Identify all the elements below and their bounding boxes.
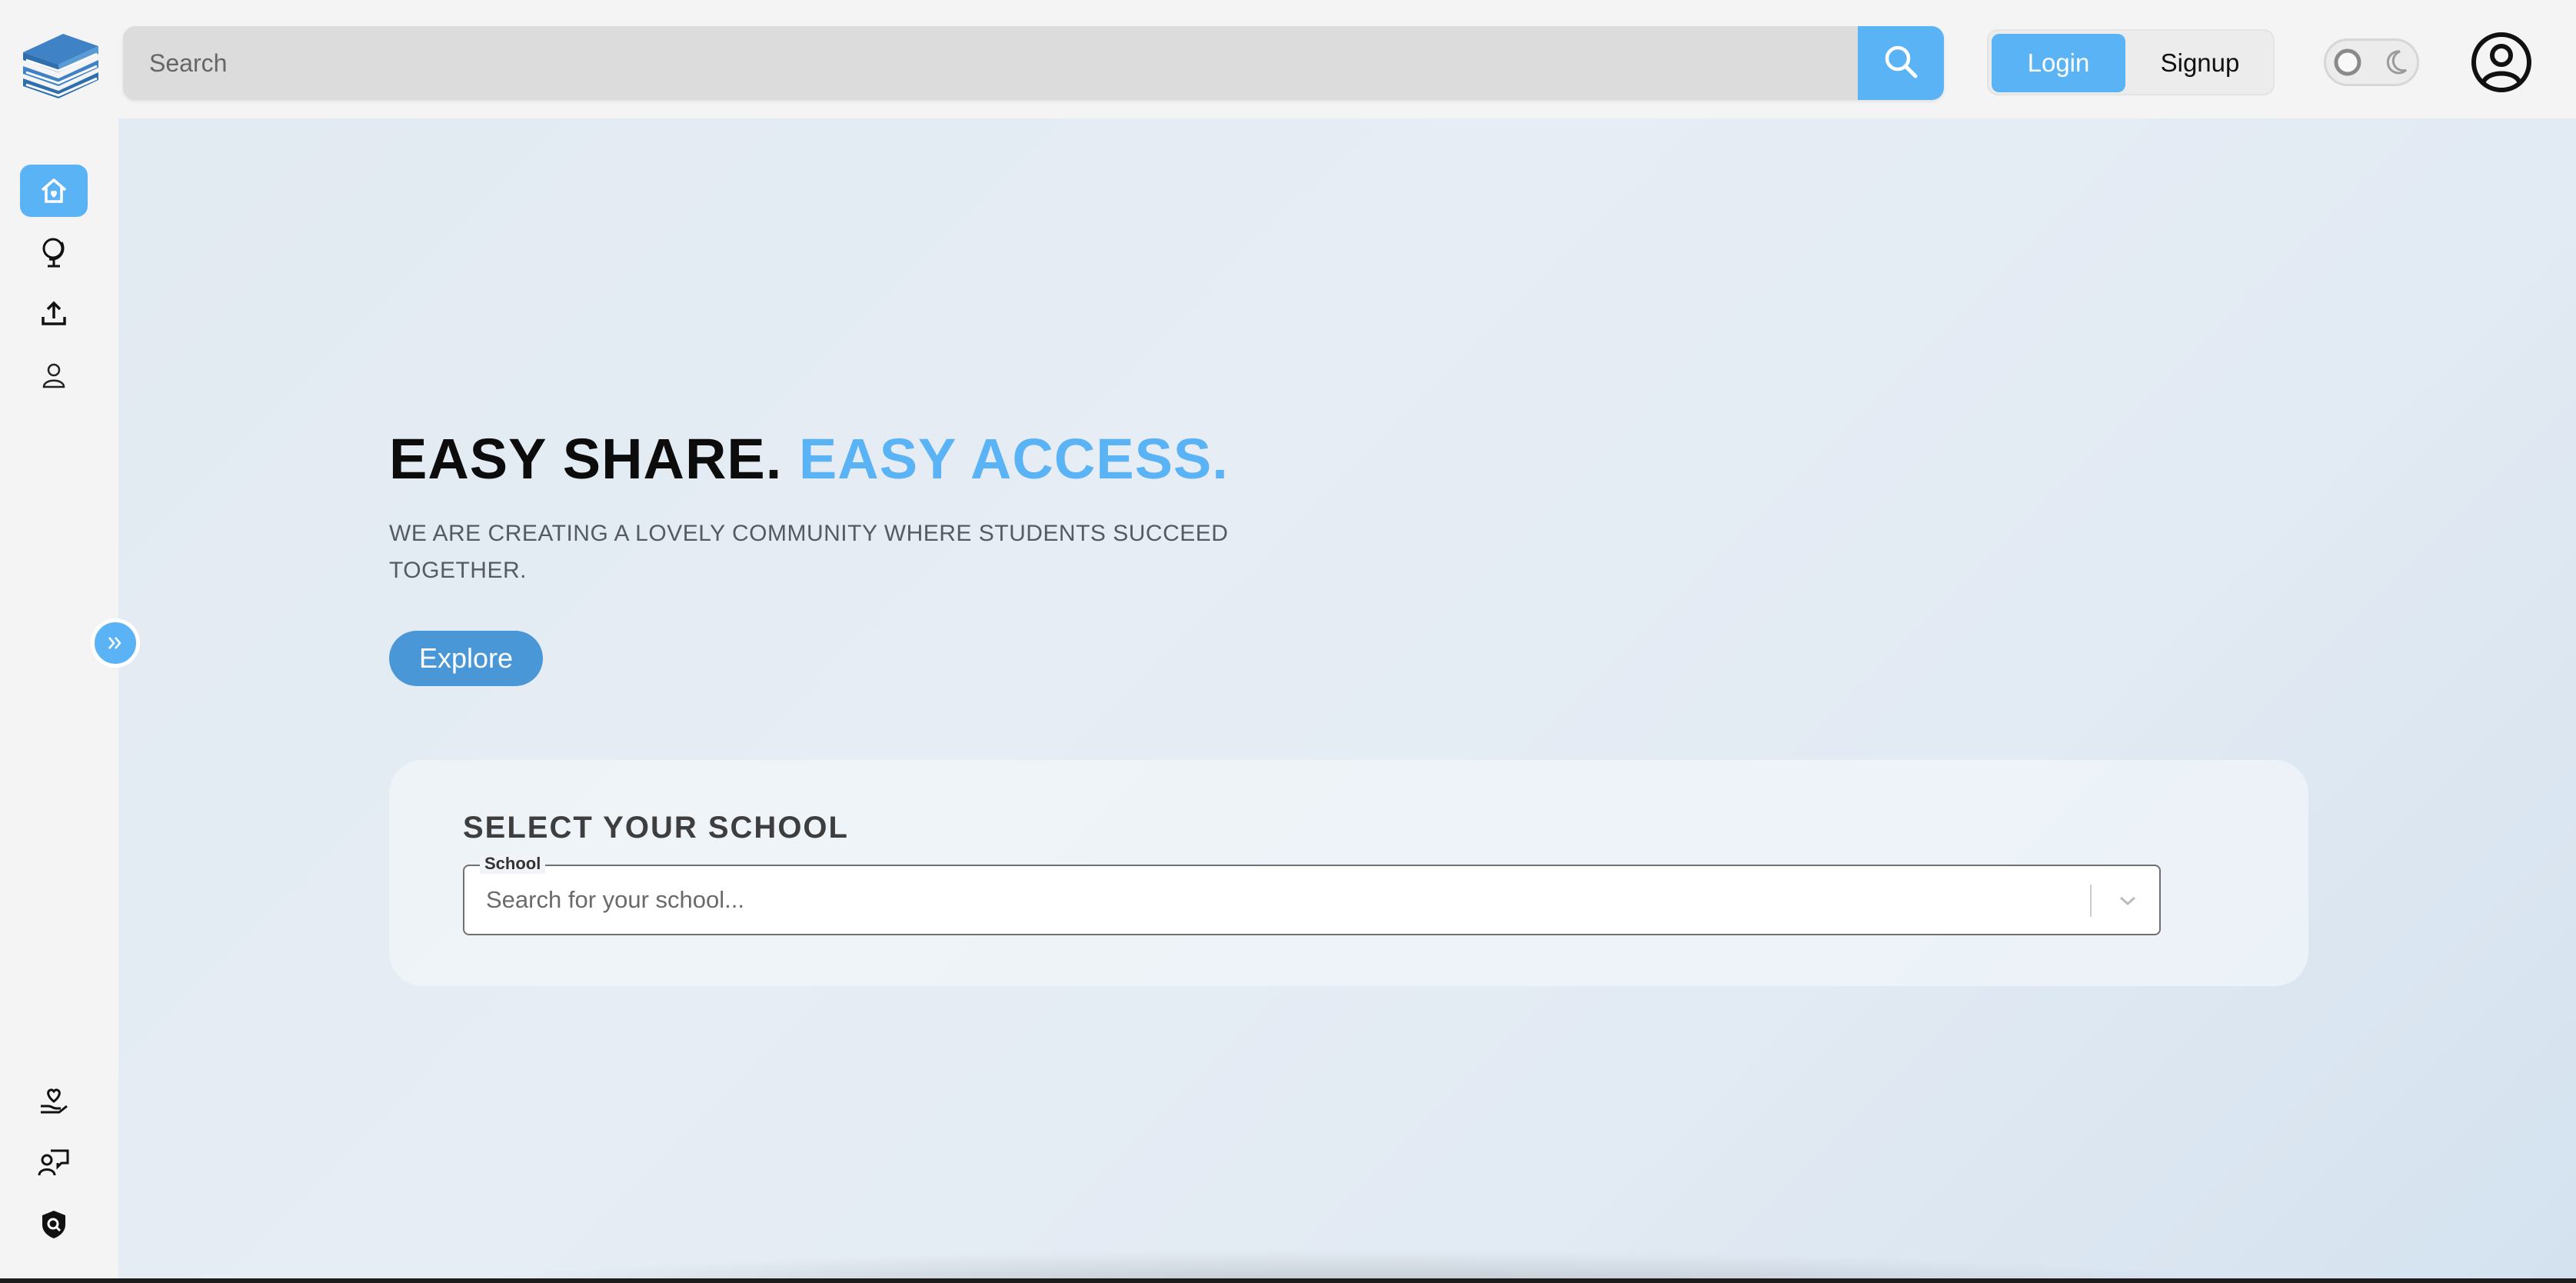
school-select-title: SELECT YOUR SCHOOL bbox=[463, 811, 849, 845]
globe-icon bbox=[42, 238, 65, 268]
sidebar-item-upload[interactable] bbox=[20, 288, 88, 340]
sidebar-item-privacy[interactable] bbox=[20, 1198, 88, 1251]
search-icon bbox=[1883, 44, 1919, 83]
books-logo-icon[interactable] bbox=[17, 29, 103, 98]
toggle-knob-icon bbox=[2334, 48, 2361, 76]
sidebar-toggle-button[interactable] bbox=[91, 618, 140, 668]
auth-buttons: Login Signup bbox=[1987, 29, 2275, 95]
app-root: Login Signup bbox=[0, 0, 2576, 1283]
search-input[interactable] bbox=[123, 26, 1856, 100]
sidebar bbox=[0, 118, 118, 1283]
theme-toggle[interactable] bbox=[2324, 38, 2419, 86]
hero-title: EASY SHARE. EASY ACCESS. bbox=[389, 426, 1229, 492]
explore-button[interactable]: Explore bbox=[389, 631, 543, 686]
chevron-double-right-icon bbox=[108, 637, 121, 649]
section-shadow bbox=[395, 1249, 2302, 1278]
search-bar bbox=[123, 26, 1944, 100]
search-button[interactable] bbox=[1858, 26, 1944, 100]
heart-hand-icon bbox=[41, 1088, 68, 1114]
shield-icon bbox=[42, 1211, 65, 1238]
upload-icon bbox=[42, 301, 66, 325]
user-icon bbox=[42, 363, 65, 388]
school-dropdown-toggle[interactable] bbox=[2110, 883, 2145, 918]
sidebar-item-home[interactable] bbox=[20, 165, 88, 217]
profile-button[interactable] bbox=[2470, 31, 2533, 94]
sidebar-item-explore[interactable] bbox=[20, 226, 88, 278]
moon-icon bbox=[2386, 50, 2408, 75]
top-bar: Login Signup bbox=[0, 0, 2576, 118]
sidebar-item-donate[interactable] bbox=[20, 1075, 88, 1128]
school-select-card: SELECT YOUR SCHOOL School bbox=[389, 760, 2308, 986]
home-icon bbox=[41, 178, 67, 203]
school-search-input[interactable] bbox=[464, 866, 2072, 934]
user-circle-icon bbox=[2471, 32, 2531, 92]
sidebar-item-feedback[interactable] bbox=[20, 1137, 88, 1189]
hero-title-part1: EASY SHARE. bbox=[389, 427, 783, 491]
main-content: EASY SHARE. EASY ACCESS. WE ARE CREATING… bbox=[118, 118, 2576, 1278]
window-bottom-edge bbox=[0, 1278, 2576, 1283]
field-divider bbox=[2090, 885, 2092, 917]
user-chat-icon bbox=[38, 1149, 69, 1176]
hero-subtitle: WE ARE CREATING A LOVELY COMMUNITY WHERE… bbox=[389, 521, 1229, 583]
sidebar-item-profile[interactable] bbox=[20, 349, 88, 402]
login-button[interactable]: Login bbox=[1992, 34, 2125, 92]
school-field: School bbox=[463, 854, 2161, 935]
chevron-down-icon bbox=[2120, 896, 2135, 906]
signup-button[interactable]: Signup bbox=[2128, 34, 2271, 92]
hero-title-part2: EASY ACCESS. bbox=[798, 427, 1229, 491]
